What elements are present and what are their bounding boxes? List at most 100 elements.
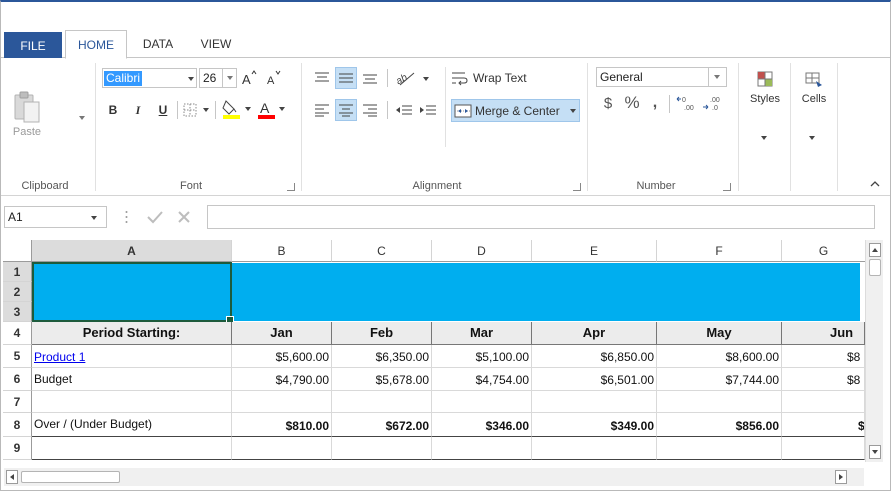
font-dialog-launcher[interactable] bbox=[287, 183, 295, 191]
underline-button[interactable]: U bbox=[154, 100, 172, 120]
cell-g9[interactable] bbox=[782, 437, 865, 460]
name-box[interactable]: A1 bbox=[4, 206, 107, 228]
tab-view[interactable]: VIEW bbox=[191, 30, 241, 58]
cell-c4[interactable]: Feb bbox=[332, 322, 432, 345]
font-size-select[interactable]: 26 bbox=[199, 68, 237, 88]
cell-c6[interactable]: $5,678.00 bbox=[332, 368, 432, 391]
cell-d4[interactable]: Mar bbox=[432, 322, 532, 345]
cell-a9[interactable] bbox=[32, 437, 232, 460]
horizontal-scroll-thumb[interactable] bbox=[21, 471, 120, 483]
formula-input[interactable] bbox=[207, 205, 875, 229]
cell-f8[interactable]: $856.00 bbox=[657, 413, 782, 437]
cell-b6[interactable]: $4,790.00 bbox=[232, 368, 332, 391]
cell-b8[interactable]: $810.00 bbox=[232, 413, 332, 437]
cell-c5[interactable]: $6,350.00 bbox=[332, 345, 432, 368]
orientation-button[interactable]: ab bbox=[393, 67, 431, 89]
percent-button[interactable]: % bbox=[621, 93, 643, 113]
scroll-right-button[interactable] bbox=[835, 470, 847, 484]
cell-f4[interactable]: May bbox=[657, 322, 782, 345]
decrease-decimal-button[interactable]: .00.0 bbox=[701, 93, 725, 113]
cell-a8[interactable]: Over / (Under Budget) bbox=[32, 413, 232, 437]
select-all-corner[interactable] bbox=[3, 240, 32, 262]
enter-button[interactable] bbox=[144, 206, 166, 228]
scroll-up-button[interactable] bbox=[869, 243, 881, 257]
fill-color-button[interactable] bbox=[220, 97, 252, 121]
cells-button[interactable]: Cells bbox=[793, 69, 835, 139]
align-top-button[interactable] bbox=[311, 67, 333, 89]
cell-g7[interactable] bbox=[782, 391, 865, 413]
cell-a4[interactable]: Period Starting: bbox=[32, 322, 232, 345]
cell-c9[interactable] bbox=[332, 437, 432, 460]
increase-decimal-button[interactable]: 0.00 bbox=[675, 93, 699, 113]
align-middle-button[interactable] bbox=[335, 67, 357, 89]
align-center-button[interactable] bbox=[335, 99, 357, 121]
tab-home[interactable]: HOME bbox=[65, 30, 127, 59]
align-right-button[interactable] bbox=[359, 99, 381, 121]
paste-button[interactable]: Paste bbox=[7, 89, 47, 139]
row-header-6[interactable]: 6 bbox=[3, 368, 32, 391]
collapse-ribbon-button[interactable] bbox=[867, 177, 883, 191]
cell-b9[interactable] bbox=[232, 437, 332, 460]
cell-f5[interactable]: $8,600.00 bbox=[657, 345, 782, 368]
tab-data[interactable]: DATA bbox=[131, 30, 185, 58]
cell-d5[interactable]: $5,100.00 bbox=[432, 345, 532, 368]
cell-f9[interactable] bbox=[657, 437, 782, 460]
cell-a7[interactable] bbox=[32, 391, 232, 413]
decrease-indent-button[interactable] bbox=[393, 99, 415, 121]
increase-indent-button[interactable] bbox=[417, 99, 439, 121]
font-name-select[interactable]: Calibri bbox=[102, 68, 197, 88]
row-header-9[interactable]: 9 bbox=[3, 437, 32, 460]
cell-e8[interactable]: $349.00 bbox=[532, 413, 657, 437]
row-header-8[interactable]: 8 bbox=[3, 413, 32, 437]
row-header-1[interactable]: 1 bbox=[3, 262, 32, 282]
align-bottom-button[interactable] bbox=[359, 67, 381, 89]
cell-a5[interactable]: Product 1 bbox=[32, 345, 232, 368]
cell-d8[interactable]: $346.00 bbox=[432, 413, 532, 437]
row-header-4[interactable]: 4 bbox=[3, 322, 32, 345]
cell-d6[interactable]: $4,754.00 bbox=[432, 368, 532, 391]
column-header-g[interactable]: G bbox=[782, 240, 865, 262]
number-dialog-launcher[interactable] bbox=[723, 183, 731, 191]
row-header-7[interactable]: 7 bbox=[3, 391, 32, 413]
borders-button[interactable] bbox=[181, 100, 211, 120]
styles-button[interactable]: Styles bbox=[743, 69, 787, 139]
font-color-button[interactable]: A bbox=[256, 97, 288, 121]
row-header-3[interactable]: 3 bbox=[3, 302, 32, 322]
cell-e4[interactable]: Apr bbox=[532, 322, 657, 345]
cell-g4[interactable]: Jun bbox=[782, 322, 865, 345]
comma-style-button[interactable]: , bbox=[647, 93, 663, 113]
cell-b4[interactable]: Jan bbox=[232, 322, 332, 345]
wrap-text-button[interactable]: Wrap Text bbox=[451, 67, 531, 89]
paste-dropdown-arrow[interactable] bbox=[79, 116, 85, 120]
vertical-scrollbar[interactable] bbox=[865, 240, 883, 462]
column-header-a[interactable]: A bbox=[32, 240, 232, 262]
alignment-dialog-launcher[interactable] bbox=[573, 183, 581, 191]
column-header-c[interactable]: C bbox=[332, 240, 432, 262]
italic-button[interactable]: I bbox=[129, 100, 147, 120]
column-header-f[interactable]: F bbox=[657, 240, 782, 262]
column-header-e[interactable]: E bbox=[532, 240, 657, 262]
cell-g5[interactable]: $8 bbox=[782, 345, 865, 368]
row-header-5[interactable]: 5 bbox=[3, 345, 32, 368]
cell-e6[interactable]: $6,501.00 bbox=[532, 368, 657, 391]
cell-e7[interactable] bbox=[532, 391, 657, 413]
cell-d9[interactable] bbox=[432, 437, 532, 460]
cell-e9[interactable] bbox=[532, 437, 657, 460]
bold-button[interactable]: B bbox=[104, 100, 122, 120]
align-left-button[interactable] bbox=[311, 99, 333, 121]
cell-f6[interactable]: $7,744.00 bbox=[657, 368, 782, 391]
column-header-d[interactable]: D bbox=[432, 240, 532, 262]
decrease-font-size-button[interactable]: A bbox=[265, 69, 281, 87]
vertical-scroll-thumb[interactable] bbox=[869, 259, 881, 276]
cell-c7[interactable] bbox=[332, 391, 432, 413]
horizontal-scrollbar[interactable] bbox=[4, 468, 864, 486]
column-header-b[interactable]: B bbox=[232, 240, 332, 262]
number-format-select[interactable]: General bbox=[596, 67, 727, 87]
cell-a6[interactable]: Budget bbox=[32, 368, 232, 391]
cell-b5[interactable]: $5,600.00 bbox=[232, 345, 332, 368]
tab-file[interactable]: FILE bbox=[4, 32, 62, 58]
active-cell-a1[interactable] bbox=[32, 262, 234, 324]
cell-g8[interactable]: $ bbox=[782, 413, 865, 437]
cell-c8[interactable]: $672.00 bbox=[332, 413, 432, 437]
cell-b7[interactable] bbox=[232, 391, 332, 413]
